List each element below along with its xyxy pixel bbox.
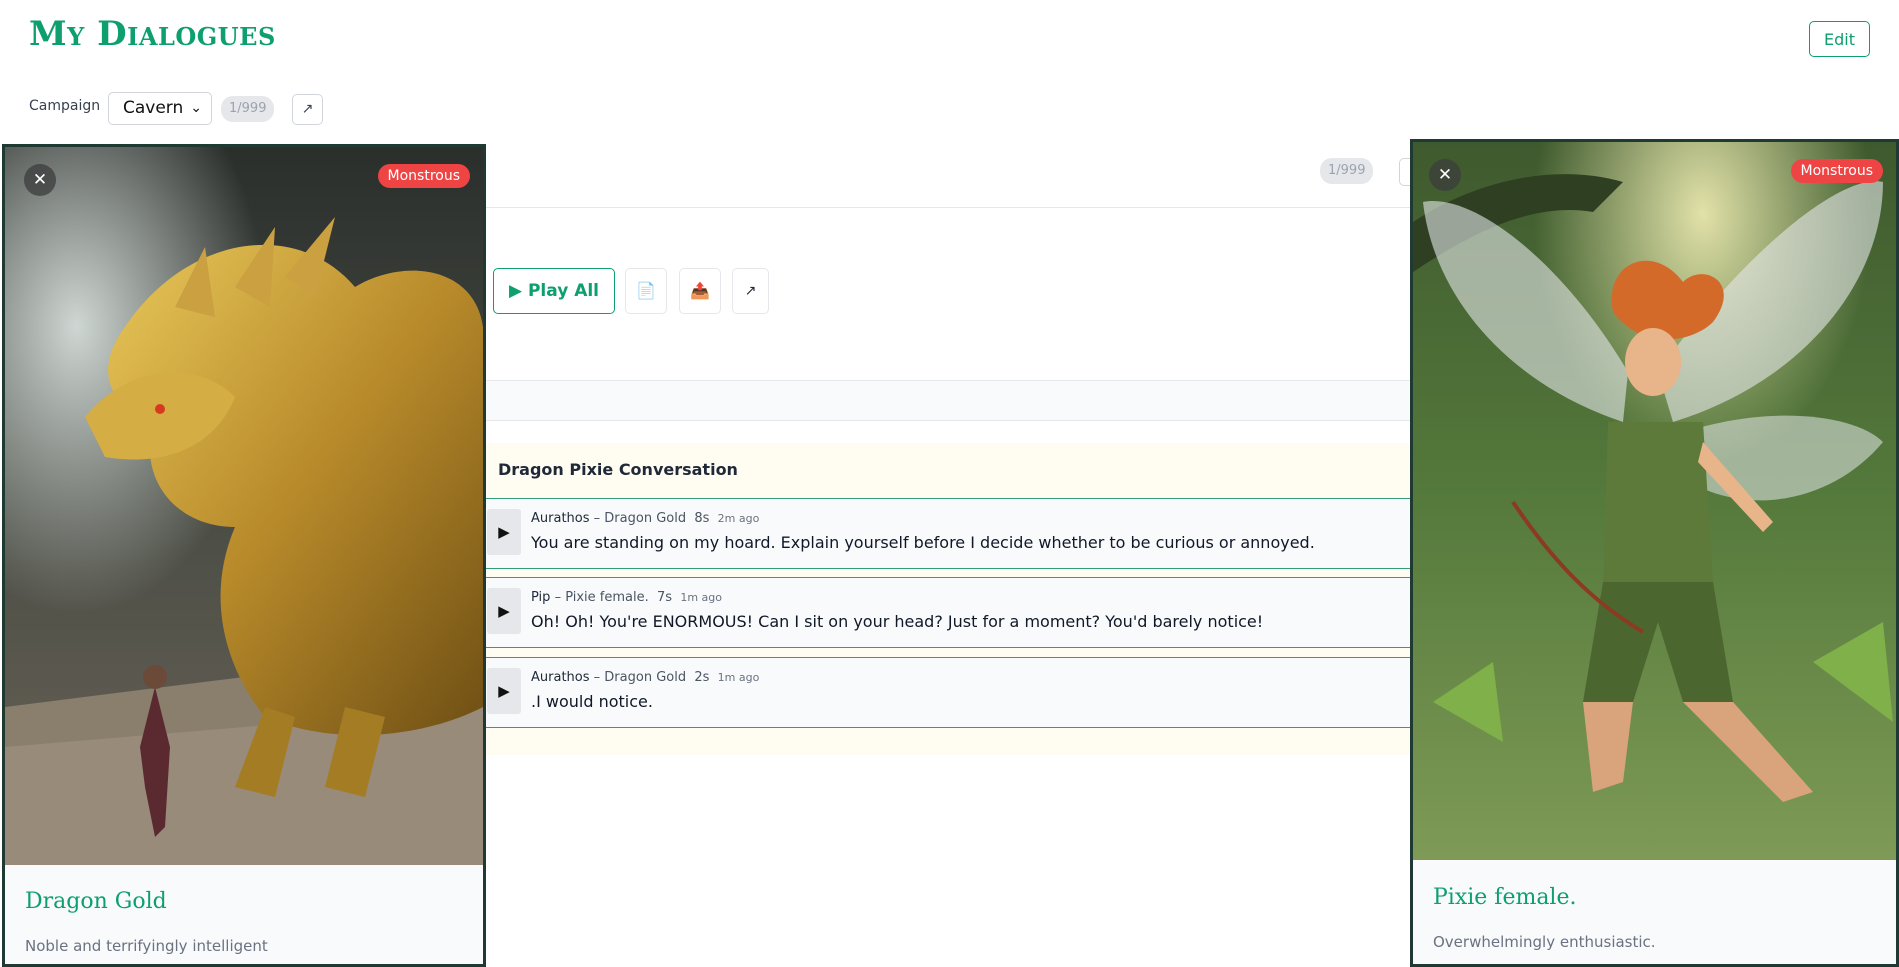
open-external-button[interactable]: ↗ [732,268,769,314]
character-name: Dragon Gold [25,889,167,914]
play-icon: ▶ [498,602,510,620]
dialogue-line: ▶ Pip – Pixie female. 7s 1m ago Oh! Oh! … [486,577,1410,648]
line-meta: Pip – Pixie female. 7s 1m ago [531,590,722,605]
speaker-role: Dragon Gold [604,670,687,685]
page-title: My Dialogues [29,14,276,54]
separator: – [593,511,601,526]
campaign-label: Campaign [29,98,101,114]
line-timestamp: 1m ago [717,671,760,684]
external-link-icon: ↗ [301,101,314,117]
character-card-pixie: ✕ Monstrous Pixie female. Overwhelmingly… [1410,139,1899,967]
dragon-portrait-image [5,147,483,865]
line-meta: Aurathos – Dragon Gold 2s 1m ago [531,670,759,685]
play-line-button[interactable]: ▶ [487,509,521,555]
play-all-button[interactable]: ▶ Play All [493,268,615,314]
line-timestamp: 2m ago [717,512,760,525]
divider [486,207,1410,208]
line-timestamp: 1m ago [680,591,723,604]
external-link-icon: ↗ [744,283,757,299]
line-duration: 8s [694,511,710,526]
document-button[interactable]: 📄 [625,268,667,314]
close-icon[interactable]: ✕ [24,164,56,196]
separator: – [554,590,562,605]
character-description: Overwhelmingly enthusiastic. [1433,933,1656,951]
speaker-name: Aurathos [531,670,590,685]
edit-button[interactable]: Edit [1809,21,1870,57]
campaign-open-button[interactable]: ↗ [292,94,323,125]
line-text: You are standing on my hoard. Explain yo… [531,533,1315,552]
category-badge: Monstrous [1790,159,1883,183]
line-text: Oh! Oh! You're ENORMOUS! Can I sit on yo… [531,612,1264,631]
separator: – [593,670,601,685]
play-icon: ▶ [498,523,510,541]
close-icon[interactable]: ✕ [1429,159,1461,191]
filter-bar [486,380,1410,421]
line-text: .I would notice. [531,692,653,711]
dialogue-count-badge: 1/999 [1320,158,1374,184]
speaker-name: Pip [531,590,551,605]
play-line-button[interactable]: ▶ [487,588,521,634]
document-icon: 📄 [636,281,656,300]
campaign-selected-value: Cavern [123,98,184,118]
play-icon: ▶ [498,682,510,700]
campaign-count-badge: 1/999 [221,96,275,122]
line-meta: Aurathos – Dragon Gold 8s 2m ago [531,511,759,526]
character-description: Noble and terrifyingly intelligent [25,937,268,955]
speaker-name: Aurathos [531,511,590,526]
dialogue-line: ▶ Aurathos – Dragon Gold 8s 2m ago You a… [486,498,1410,569]
line-duration: 7s [657,590,673,605]
play-line-button[interactable]: ▶ [487,668,521,714]
conversation-title: Dragon Pixie Conversation [498,460,738,479]
export-button[interactable]: 📤 [679,268,721,314]
character-name: Pixie female. [1433,885,1577,910]
speaker-role: Dragon Gold [604,511,687,526]
character-card-dragon: ✕ Monstrous Dragon Gold Noble and terrif… [2,144,486,967]
speaker-role: Pixie female. [565,590,649,605]
campaign-select[interactable]: Cavern ⌄ [108,92,212,125]
export-icon: 📤 [690,281,710,300]
pixie-portrait-image [1413,142,1896,860]
category-badge: Monstrous [377,164,470,188]
chevron-down-icon: ⌄ [190,100,202,116]
dialogue-line: ▶ Aurathos – Dragon Gold 2s 1m ago .I wo… [486,657,1410,728]
line-duration: 2s [694,670,710,685]
